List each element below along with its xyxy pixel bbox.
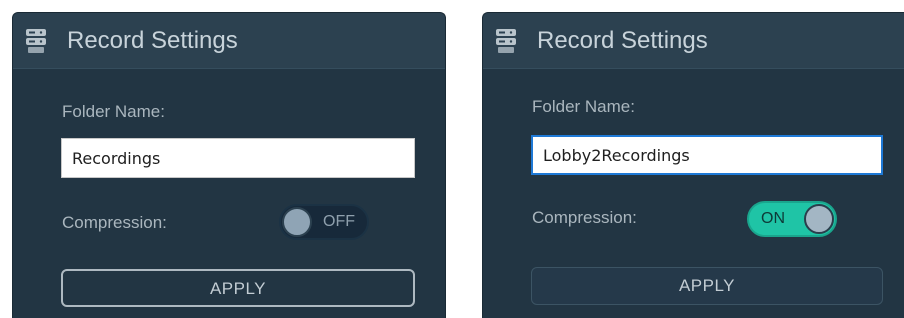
compression-label: Compression: [62, 213, 167, 232]
folder-name-label: Folder Name: [532, 97, 635, 116]
apply-button[interactable]: APPLY [531, 267, 883, 305]
record-settings-panel: Record Settings Folder Name: Compression… [482, 12, 904, 318]
panel-title: Record Settings [67, 26, 238, 54]
compression-label: Compression: [532, 208, 637, 227]
server-icon [25, 28, 47, 54]
toggle-knob [282, 207, 312, 237]
folder-name-label: Folder Name: [62, 102, 165, 121]
panel-header: Record Settings [483, 13, 904, 69]
panel-header: Record Settings [13, 13, 445, 69]
toggle-state-label: OFF [323, 213, 355, 230]
toggle-knob [804, 204, 834, 234]
record-settings-panel: Record Settings Folder Name: Compression… [12, 12, 446, 318]
panel-title: Record Settings [537, 26, 708, 54]
apply-button[interactable]: APPLY [61, 269, 415, 307]
folder-name-input[interactable] [531, 135, 883, 175]
server-icon [495, 28, 517, 54]
folder-name-input[interactable] [61, 138, 415, 178]
compression-toggle[interactable]: OFF [279, 204, 369, 240]
toggle-state-label: ON [761, 210, 785, 227]
compression-toggle[interactable]: ON [747, 201, 837, 237]
